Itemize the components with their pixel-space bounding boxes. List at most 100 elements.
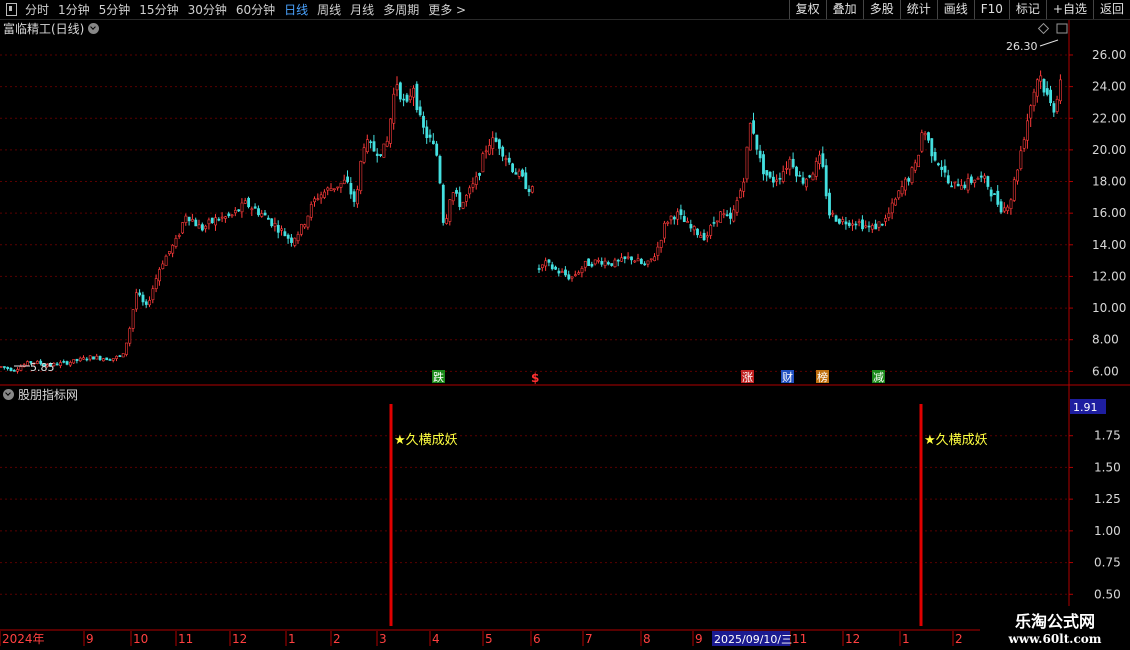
- candle-body: [85, 358, 89, 361]
- signal-bar: [919, 404, 923, 626]
- candle-body: [884, 218, 888, 222]
- candle-body: [303, 224, 307, 228]
- candle-body: [187, 216, 191, 222]
- candle-body: [82, 357, 86, 360]
- candle-body: [983, 175, 987, 179]
- signal-bar: [389, 404, 393, 626]
- candle-body: [603, 260, 607, 266]
- date-label: 8: [643, 632, 651, 646]
- candle-body: [940, 166, 944, 170]
- candle-body: [679, 209, 683, 216]
- y-tick-label: 12.00: [1092, 269, 1126, 283]
- y-tick-label: 6.00: [1092, 364, 1119, 378]
- candle-body: [715, 220, 719, 223]
- candle-body: [1045, 88, 1049, 95]
- date-label: 9: [86, 632, 94, 646]
- candle-body: [524, 172, 528, 190]
- candle-body: [920, 132, 924, 152]
- candle-body: [118, 355, 122, 357]
- candle-body: [197, 224, 201, 229]
- candle-body: [956, 183, 960, 187]
- date-label: 9: [695, 632, 703, 646]
- candle-body: [570, 276, 574, 279]
- candle-body: [290, 237, 293, 243]
- candle-body: [227, 213, 231, 217]
- candle-body: [649, 258, 653, 261]
- candle-body: [62, 361, 66, 363]
- candle-body: [428, 134, 432, 138]
- candle-body: [702, 232, 706, 241]
- candle-body: [877, 221, 881, 228]
- candle-body: [174, 238, 178, 247]
- candle-body: [861, 219, 864, 230]
- candle-body: [610, 263, 614, 266]
- event-marker-dollar: $: [531, 371, 539, 385]
- candle-body: [705, 235, 709, 238]
- candle-body: [913, 162, 917, 171]
- candle-body: [441, 184, 445, 223]
- chevron-down-icon[interactable]: [88, 23, 100, 34]
- candle-body: [171, 245, 175, 254]
- candle-body: [471, 183, 475, 188]
- candle-body: [415, 83, 419, 110]
- candle-body: [880, 223, 884, 226]
- candle-body: [55, 363, 59, 366]
- candle-body: [105, 357, 109, 361]
- candle-body: [243, 200, 247, 204]
- candle-body: [392, 93, 396, 124]
- candle-body: [976, 178, 980, 180]
- candle-body: [636, 258, 640, 262]
- candle-body: [933, 151, 937, 161]
- candle-body: [900, 186, 904, 195]
- window-icon[interactable]: [1056, 23, 1068, 34]
- chevron-down-icon[interactable]: [3, 389, 14, 400]
- candle-body: [593, 259, 597, 265]
- candle-body: [867, 225, 871, 228]
- candle-body: [692, 226, 696, 231]
- candle-body: [1029, 105, 1033, 119]
- indicator-panel-title: 股朋指标网: [18, 388, 79, 402]
- candle-body: [257, 208, 260, 216]
- candle-body: [332, 188, 336, 191]
- candle-body: [620, 257, 624, 262]
- candle-body: [765, 170, 769, 176]
- candle-body: [745, 146, 749, 180]
- diamond-icon[interactable]: [1037, 22, 1050, 35]
- candle-body: [194, 219, 198, 227]
- candle-body: [375, 153, 379, 156]
- candle-body: [359, 160, 363, 192]
- candle-body: [207, 219, 211, 225]
- candle-body: [316, 198, 320, 201]
- date-label: 2024年: [2, 632, 45, 646]
- candle-body: [2, 366, 6, 368]
- candle-body: [993, 193, 996, 195]
- candle-body: [656, 246, 660, 256]
- candle-body: [781, 171, 785, 182]
- candle-body: [1006, 206, 1010, 212]
- date-label: 3: [379, 632, 387, 646]
- candle-body: [1042, 79, 1046, 93]
- candle-body: [936, 163, 940, 166]
- candle-body: [527, 188, 531, 192]
- candle-body: [217, 218, 221, 221]
- candle-body: [966, 178, 970, 191]
- candle-body: [798, 175, 802, 177]
- candle-body: [890, 202, 894, 214]
- candle-body: [69, 362, 72, 366]
- candle-body: [273, 223, 277, 227]
- candle-body: [497, 139, 501, 149]
- candle-body: [204, 225, 208, 230]
- candle-body: [230, 214, 234, 217]
- candle-body: [164, 255, 168, 266]
- candle-body: [643, 263, 647, 266]
- candle-body: [168, 251, 171, 255]
- candle-body: [663, 222, 666, 239]
- candle-body: [923, 133, 927, 136]
- candle-body: [111, 358, 115, 361]
- candle-body: [154, 278, 158, 290]
- candle-body: [804, 178, 808, 188]
- candle-body: [468, 187, 472, 195]
- chart-canvas[interactable]: 26.0024.0022.0020.0018.0016.0014.0012.00…: [0, 0, 1130, 650]
- candle-body: [115, 355, 119, 359]
- candle-body: [276, 225, 280, 233]
